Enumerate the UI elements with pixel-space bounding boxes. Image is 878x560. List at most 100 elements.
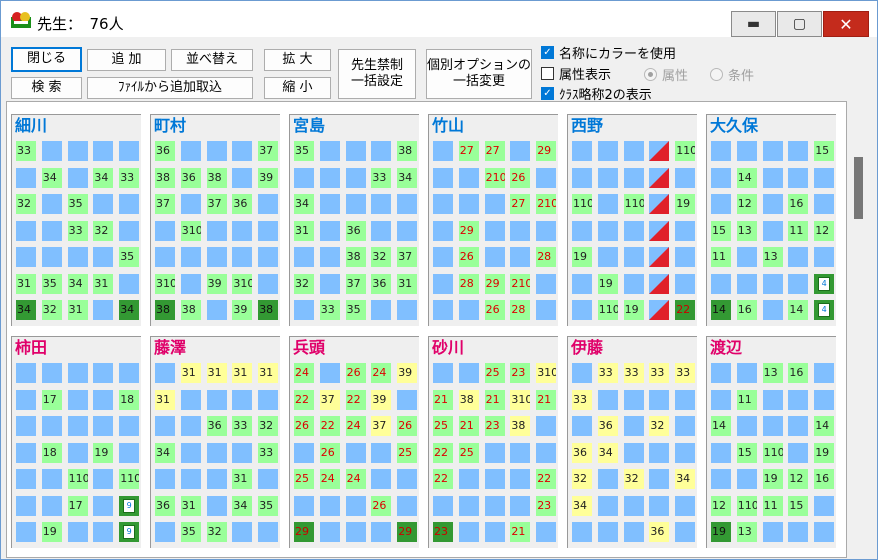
schedule-cell[interactable]	[67, 522, 88, 542]
schedule-cell[interactable]: 110	[597, 300, 618, 320]
schedule-cell[interactable]: 25	[294, 469, 314, 489]
schedule-cell[interactable]	[675, 247, 696, 267]
schedule-cell[interactable]: 210	[484, 167, 505, 188]
schedule-cell[interactable]: 110	[736, 495, 757, 516]
schedule-cell[interactable]: 29	[294, 522, 314, 542]
schedule-cell[interactable]: 310	[536, 363, 557, 383]
schedule-cell[interactable]: 19	[623, 300, 644, 320]
schedule-cell[interactable]: 31	[397, 273, 418, 294]
teacher-grid[interactable]: 細川 33 34 34 33 32 35 33 32 35 31 35 34 31 34 32 31 34 町村 36…	[6, 101, 847, 558]
schedule-cell[interactable]: 21	[433, 389, 453, 410]
schedule-cell[interactable]	[762, 194, 783, 214]
schedule-cell[interactable]: 22	[345, 389, 366, 410]
schedule-cell[interactable]: 21	[458, 416, 479, 436]
schedule-cell[interactable]: 19	[711, 522, 731, 542]
schedule-cell[interactable]	[119, 141, 140, 161]
schedule-cell[interactable]	[814, 167, 835, 188]
schedule-cell[interactable]	[433, 495, 453, 516]
schedule-cell[interactable]	[484, 194, 505, 214]
teacher-panel[interactable]: 町村 36 37 38 36 38 39 37 37 36 310 310 39 310 38 38 39 38	[150, 114, 280, 326]
schedule-cell[interactable]	[180, 442, 201, 463]
schedule-cell[interactable]	[294, 247, 314, 267]
schedule-cell[interactable]	[762, 522, 783, 542]
schedule-cell[interactable]	[597, 194, 618, 214]
schedule-cell[interactable]: 26	[345, 363, 366, 383]
teacher-panel[interactable]: 兵頭 24 26 24 39 22 37 22 39 26 22 24 37 26 26 25 25 24 24 26…	[289, 336, 419, 548]
schedule-cell[interactable]: 21	[510, 522, 531, 542]
schedule-cell[interactable]	[675, 389, 696, 410]
schedule-cell[interactable]	[762, 273, 783, 294]
schedule-cell[interactable]	[484, 442, 505, 463]
schedule-cell[interactable]: 38	[510, 416, 531, 436]
schedule-cell[interactable]	[155, 469, 175, 489]
schedule-cell[interactable]	[762, 141, 783, 161]
schedule-cell[interactable]: 35	[294, 141, 314, 161]
schedule-cell[interactable]	[319, 363, 340, 383]
schedule-cell[interactable]	[206, 495, 227, 516]
schedule-cell[interactable]	[711, 389, 731, 410]
schedule-cell[interactable]: 16	[788, 194, 809, 214]
schedule-cell[interactable]	[258, 522, 279, 542]
schedule-cell[interactable]	[649, 194, 670, 214]
schedule-cell[interactable]: 25	[433, 416, 453, 436]
schedule-cell[interactable]	[433, 363, 453, 383]
schedule-cell[interactable]	[788, 167, 809, 188]
schedule-cell[interactable]	[294, 167, 314, 188]
schedule-cell[interactable]	[319, 220, 340, 241]
schedule-cell[interactable]: 22	[675, 300, 696, 320]
schedule-cell[interactable]	[649, 495, 670, 516]
schedule-cell[interactable]	[736, 469, 757, 489]
schedule-cell[interactable]: 13	[762, 247, 783, 267]
schedule-cell[interactable]	[93, 389, 114, 410]
schedule-cell[interactable]: 33	[623, 363, 644, 383]
schedule-cell[interactable]: 14	[711, 300, 731, 320]
zoom-out-button[interactable]: 縮 小	[264, 77, 331, 99]
schedule-cell[interactable]	[119, 416, 140, 436]
schedule-cell[interactable]: 15	[711, 220, 731, 241]
schedule-cell[interactable]: 15	[814, 141, 835, 161]
schedule-cell[interactable]: 37	[319, 389, 340, 410]
schedule-cell[interactable]	[788, 522, 809, 542]
schedule-cell[interactable]: 38	[155, 300, 175, 320]
schedule-cell[interactable]	[155, 522, 175, 542]
schedule-cell[interactable]	[675, 442, 696, 463]
schedule-cell[interactable]: 15	[736, 442, 757, 463]
schedule-cell[interactable]	[458, 495, 479, 516]
schedule-cell[interactable]	[41, 220, 62, 241]
schedule-cell[interactable]: 28	[536, 247, 557, 267]
schedule-cell[interactable]: 14	[736, 167, 757, 188]
teacher-panel[interactable]: 伊藤 33 33 33 33 33 36 32 36 34 32 32 34 34 36	[567, 336, 697, 548]
schedule-cell[interactable]: 36	[345, 220, 366, 241]
schedule-cell[interactable]: 32	[258, 416, 279, 436]
schedule-cell[interactable]	[510, 247, 531, 267]
schedule-cell[interactable]	[623, 167, 644, 188]
schedule-cell[interactable]	[649, 442, 670, 463]
schedule-cell[interactable]	[484, 247, 505, 267]
schedule-cell[interactable]	[319, 522, 340, 542]
schedule-cell[interactable]: 14	[788, 300, 809, 320]
schedule-cell[interactable]: 110	[623, 194, 644, 214]
schedule-cell[interactable]: 38	[258, 300, 279, 320]
schedule-cell[interactable]: 36	[180, 167, 201, 188]
schedule-cell[interactable]	[397, 194, 418, 214]
schedule-cell[interactable]	[597, 469, 618, 489]
schedule-cell[interactable]: 32	[371, 247, 392, 267]
schedule-cell[interactable]	[67, 442, 88, 463]
schedule-cell[interactable]	[345, 194, 366, 214]
schedule-cell[interactable]: 31	[67, 300, 88, 320]
teacher-panel[interactable]: 細川 33 34 34 33 32 35 33 32 35 31 35 34 31 34 32 31 34	[11, 114, 141, 326]
schedule-cell[interactable]: 31	[16, 273, 36, 294]
schedule-cell[interactable]	[711, 167, 731, 188]
schedule-cell[interactable]: 35	[180, 522, 201, 542]
schedule-cell[interactable]: 24	[345, 416, 366, 436]
schedule-cell[interactable]	[345, 167, 366, 188]
schedule-cell[interactable]: 23	[433, 522, 453, 542]
schedule-cell[interactable]	[93, 194, 114, 214]
schedule-cell[interactable]: 32	[623, 469, 644, 489]
schedule-cell[interactable]	[433, 141, 453, 161]
schedule-cell[interactable]	[155, 220, 175, 241]
schedule-cell[interactable]: 38	[345, 247, 366, 267]
schedule-cell[interactable]	[258, 220, 279, 241]
schedule-cell[interactable]	[16, 469, 36, 489]
schedule-cell[interactable]	[67, 247, 88, 267]
